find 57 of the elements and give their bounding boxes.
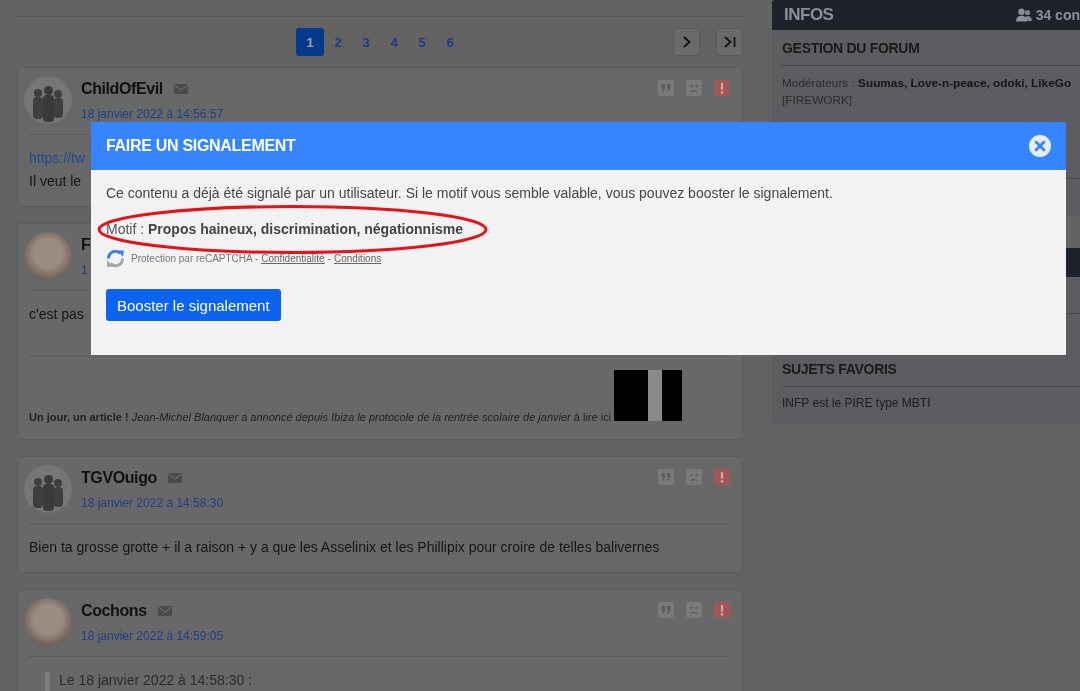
- captcha-text: -: [327, 253, 331, 264]
- envelope-icon[interactable]: [173, 84, 188, 94]
- sad-face-icon[interactable]: [686, 602, 702, 618]
- page-link[interactable]: 2: [324, 28, 352, 56]
- favorite-topic-link[interactable]: INFP est le PIRE type MBTI: [782, 395, 1080, 412]
- avatar-silhouette: [24, 76, 72, 124]
- avatar-photo-placeholder: [24, 232, 72, 280]
- captcha-link[interactable]: Confidentialité: [261, 253, 325, 264]
- exclamation-icon[interactable]: [714, 80, 730, 96]
- last-page-icon: [723, 36, 736, 48]
- signature-text: Un jour, un article ! Jean-Michel Blanquer a annoncé depuis Ibiza le protocole de la rentrée scolaire de janvier à lire ici: [29, 410, 612, 423]
- captcha-text: Protection par reCAPTCHA -: [131, 253, 259, 264]
- online-count[interactable]: 34 con: [1035, 7, 1080, 23]
- sad-face-icon[interactable]: [686, 469, 702, 485]
- boost-report-button[interactable]: Booster le signalement: [106, 289, 281, 321]
- page-link[interactable]: 4: [380, 28, 408, 56]
- post-text: Bien ta grosse grotte + il a raison + y a que les Asselinix et les Phillipix pour croire de telles balivernes: [29, 538, 660, 555]
- author-name[interactable]: TGVOuigo: [81, 467, 157, 489]
- quote-icon[interactable]: [658, 80, 674, 96]
- dialog-message: Ce contenu a déjà été signalé par un utilisateur. Si le motif vous semble valable, vous pouvez booster le signalement.: [106, 184, 834, 203]
- quote-header: Le 18 janvier 2022 à 14:58:30 :: [59, 672, 253, 688]
- post-date[interactable]: 1: [81, 264, 88, 277]
- page-link[interactable]: 1: [296, 28, 324, 56]
- avatar-photo-placeholder: [24, 598, 72, 646]
- dialog-title: FAIRE UN SIGNALEMENT: [106, 137, 296, 155]
- author-name[interactable]: ChildOfEvil: [81, 78, 163, 100]
- sad-face-icon[interactable]: [686, 80, 702, 96]
- exclamation-icon[interactable]: [714, 602, 730, 618]
- envelope-icon[interactable]: [167, 473, 182, 483]
- last-page-button[interactable]: [716, 28, 743, 56]
- quote-icon[interactable]: [658, 602, 674, 618]
- author-name[interactable]: Cochons: [81, 600, 147, 622]
- page-link[interactable]: 6: [436, 28, 464, 56]
- post-date[interactable]: 18 janvier 2022 à 14:58:30: [81, 497, 224, 510]
- avatar-silhouette: [24, 465, 72, 513]
- envelope-icon[interactable]: [157, 606, 172, 616]
- post-text: c'est pas: [29, 305, 84, 322]
- page-link[interactable]: 5: [408, 28, 436, 56]
- section-title: SUJETS FAVORIS: [782, 358, 1080, 387]
- circular-arrows-icon: [106, 249, 125, 268]
- post-date[interactable]: 18 janvier 2022 à 14:59:05: [81, 630, 224, 643]
- author-name[interactable]: F: [81, 234, 91, 256]
- page-link[interactable]: 3: [352, 28, 380, 56]
- users-icon: [1015, 8, 1032, 22]
- post-text: Il veut le: [29, 172, 82, 189]
- exclamation-icon[interactable]: [714, 469, 730, 485]
- quote-icon[interactable]: [658, 469, 674, 485]
- captcha-link[interactable]: Conditions: [334, 253, 382, 264]
- sidebar-title: INFOS: [784, 5, 834, 25]
- signature-image-placeholder[interactable]: [614, 369, 683, 421]
- report-reason: Motif : Propos haineux, discrimination, négationnisme: [106, 220, 465, 239]
- close-icon[interactable]: [1029, 135, 1051, 157]
- next-page-button[interactable]: [673, 28, 700, 56]
- post-link[interactable]: https://tw: [29, 149, 86, 166]
- section-title: GESTION DU FORUM: [782, 38, 1080, 66]
- post-date[interactable]: 18 janvier 2022 à 14:56:57: [81, 108, 224, 121]
- chevron-right-icon: [682, 36, 691, 48]
